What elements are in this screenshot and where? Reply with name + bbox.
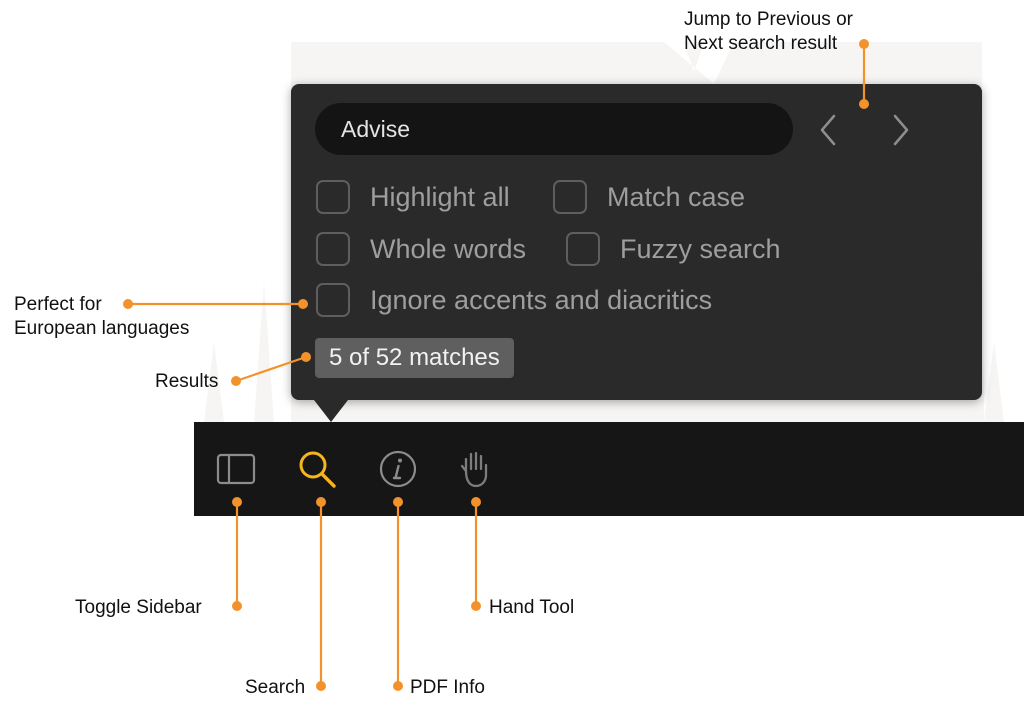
annotation-navigation: Jump to Previous or Next search result	[684, 9, 853, 54]
annotation-toggle-sidebar: Toggle Sidebar	[75, 597, 202, 618]
annotation-pdf-info: PDF Info	[410, 677, 485, 698]
annotation-results: Results	[155, 371, 219, 392]
annotation-accents: Perfect for European languages	[14, 294, 190, 339]
annotation-search: Search	[245, 677, 306, 698]
annotation-hand-tool: Hand Tool	[489, 597, 575, 618]
